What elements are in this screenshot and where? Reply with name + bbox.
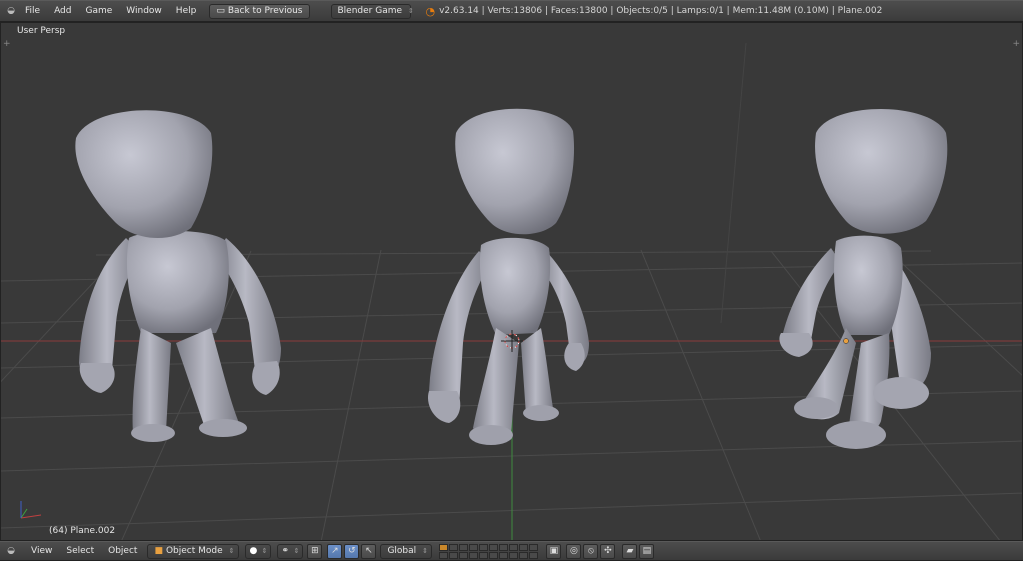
editor-type-icon[interactable]: ◒ — [4, 6, 18, 16]
back-to-previous-button[interactable]: ▭ Back to Previous — [209, 3, 310, 19]
layer-button[interactable] — [449, 543, 459, 551]
layer-buttons[interactable] — [439, 543, 539, 559]
updown-icon: ⇕ — [408, 6, 414, 15]
layer-button[interactable] — [459, 551, 469, 559]
object-mode-icon: ■ — [154, 545, 163, 556]
character-mesh-left[interactable] — [75, 110, 281, 442]
menu-object[interactable]: Object — [101, 546, 144, 556]
object-origin-icon — [843, 338, 849, 344]
layer-button[interactable] — [439, 543, 449, 551]
corner-plus-icon[interactable]: + — [1012, 39, 1020, 49]
layer-button[interactable] — [479, 543, 489, 551]
lock-camera-icon[interactable]: ▣ — [546, 543, 562, 559]
render-animation-icon[interactable]: ▤ — [639, 543, 655, 559]
menu-window[interactable]: Window — [119, 6, 169, 16]
layer-button[interactable] — [489, 551, 499, 559]
rotate-manipulator-icon[interactable]: ↺ — [344, 543, 360, 559]
snap-toggle-icon[interactable]: ⦸ — [583, 543, 599, 559]
engine-label: Blender Game — [337, 5, 403, 16]
updown-icon: ⇕ — [228, 546, 235, 555]
3d-viewport[interactable]: User Persp (64) Plane.002 + + — [0, 22, 1023, 541]
menu-view[interactable]: View — [24, 546, 59, 556]
screen-icon: ▭ — [216, 5, 225, 16]
editor-type-icon[interactable]: ◒ — [4, 546, 18, 556]
layer-button[interactable] — [449, 551, 459, 559]
layer-button[interactable] — [479, 551, 489, 559]
mode-selector[interactable]: ■ Object Mode ⇕ — [147, 543, 240, 559]
layer-button[interactable] — [459, 543, 469, 551]
character-mesh-center[interactable] — [427, 108, 589, 445]
z-axis-line — [720, 42, 747, 324]
info-header: ◒ File Add Game Window Help ▭ Back to Pr… — [0, 0, 1023, 22]
layer-button[interactable] — [439, 551, 449, 559]
blender-logo-icon: ◔ — [425, 4, 436, 18]
layer-button[interactable] — [529, 551, 539, 559]
layer-button[interactable] — [509, 551, 519, 559]
layer-button[interactable] — [529, 543, 539, 551]
proportional-edit-icon[interactable]: ◎ — [566, 543, 582, 559]
manipulator-toggle-icon[interactable]: ⊞ — [307, 543, 323, 559]
3d-view-header: ◒ View Select Object ■ Object Mode ⇕ ● ⇕… — [0, 541, 1023, 561]
layer-button[interactable] — [499, 551, 509, 559]
axis-gizmo-icon — [20, 501, 42, 519]
pivot-icon: ⚭ — [281, 545, 289, 556]
view-name: User Persp — [17, 26, 66, 36]
updown-icon: ⇕ — [261, 546, 268, 555]
layer-button[interactable] — [519, 551, 529, 559]
menu-file[interactable]: File — [18, 6, 47, 16]
orientation-label: Global — [387, 545, 417, 556]
corner-plus-icon[interactable]: + — [3, 39, 11, 49]
viewport-shading-selector[interactable]: ● ⇕ — [245, 543, 272, 559]
object-info: (64) Plane.002 — [49, 526, 116, 536]
updown-icon: ⇕ — [422, 546, 429, 555]
scene-stats: v2.63.14 | Verts:13806 | Faces:13800 | O… — [439, 6, 883, 16]
layer-button[interactable] — [489, 543, 499, 551]
back-to-previous-label: Back to Previous — [227, 5, 303, 16]
layer-button[interactable] — [469, 551, 479, 559]
layer-button[interactable] — [519, 543, 529, 551]
engine-selector[interactable]: Blender Game ⇕ — [330, 3, 414, 19]
scale-manipulator-icon[interactable]: ↖ — [361, 543, 377, 559]
snap-element-icon[interactable]: ✣ — [600, 543, 616, 559]
translate-manipulator-icon[interactable]: ↗ — [327, 543, 343, 559]
pivot-point-selector[interactable]: ⚭ ⇕ — [277, 543, 304, 559]
menu-add[interactable]: Add — [47, 6, 78, 16]
menu-select[interactable]: Select — [59, 546, 101, 556]
menu-help[interactable]: Help — [169, 6, 204, 16]
mode-label: Object Mode — [165, 545, 223, 556]
layer-button[interactable] — [469, 543, 479, 551]
updown-icon: ⇕ — [293, 546, 300, 555]
render-opengl-icon[interactable]: ▰ — [622, 543, 638, 559]
menu-game[interactable]: Game — [79, 6, 120, 16]
solid-shading-icon: ● — [249, 545, 258, 556]
transform-orientation-selector[interactable]: Global ⇕ — [380, 543, 433, 559]
viewport-scene[interactable] — [1, 23, 1023, 541]
character-mesh-right[interactable] — [779, 109, 948, 449]
layer-button[interactable] — [509, 543, 519, 551]
layer-button[interactable] — [499, 543, 509, 551]
